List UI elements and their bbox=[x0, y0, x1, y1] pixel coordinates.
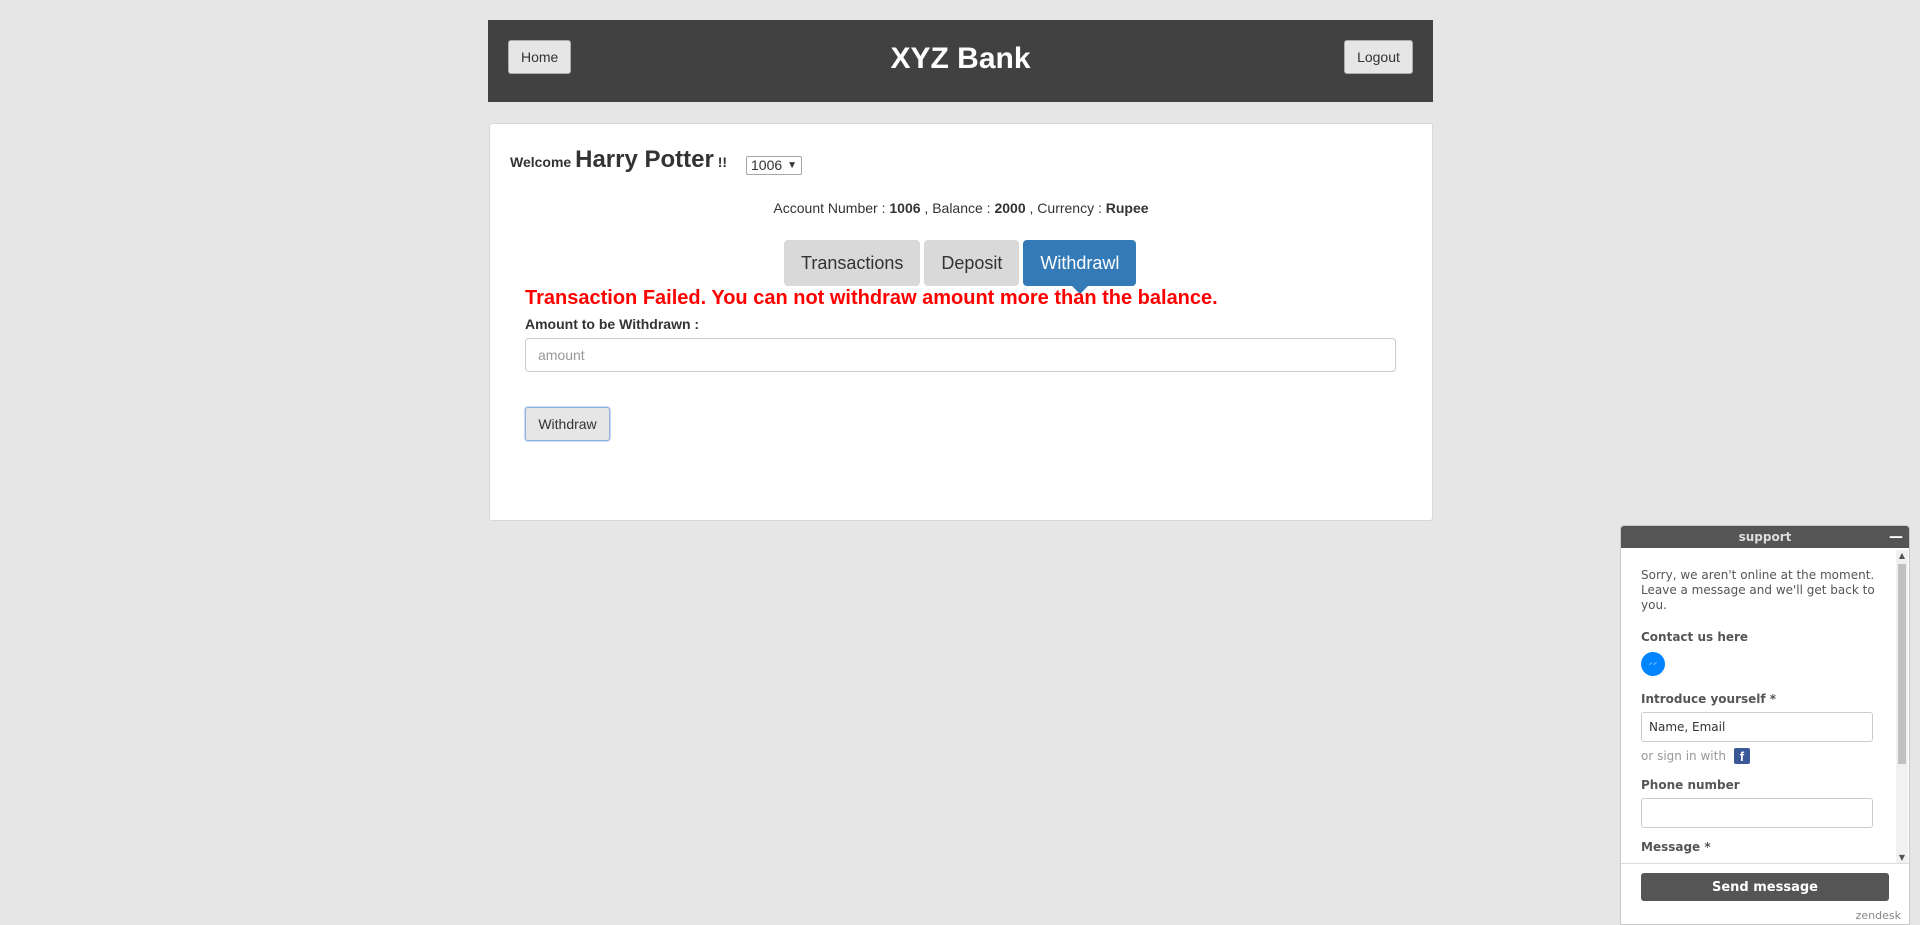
withdraw-button[interactable]: Withdraw bbox=[525, 407, 610, 441]
minimize-icon[interactable]: — bbox=[1889, 526, 1903, 548]
welcome-line: Welcome Harry Potter !! bbox=[510, 146, 727, 174]
support-title: support bbox=[1738, 530, 1792, 544]
support-footer: Send message zendesk bbox=[1621, 863, 1909, 924]
welcome-prefix: Welcome bbox=[510, 154, 572, 170]
error-message: Transaction Failed. You can not withdraw… bbox=[525, 287, 1218, 309]
tab-deposit[interactable]: Deposit bbox=[924, 240, 1020, 286]
offline-message: Sorry, we aren't online at the moment. L… bbox=[1641, 568, 1875, 612]
customer-name: Harry Potter bbox=[575, 146, 714, 173]
account-info: Account Number : 1006 , Balance : 2000 ,… bbox=[490, 200, 1432, 216]
signin-row: or sign in with f bbox=[1641, 748, 1875, 764]
messenger-icon[interactable] bbox=[1641, 652, 1665, 676]
support-header: support — bbox=[1621, 526, 1909, 548]
page: Home XYZ Bank Logout Welcome Harry Potte… bbox=[0, 0, 1920, 925]
account-panel: Welcome Harry Potter !! 1006 ▼ Account N… bbox=[489, 123, 1433, 521]
message-label: Message * bbox=[1641, 840, 1711, 854]
dropdown-arrow-icon: ▼ bbox=[787, 160, 797, 171]
tab-withdrawl[interactable]: Withdrawl bbox=[1023, 240, 1137, 294]
balance-value: 2000 bbox=[994, 200, 1026, 216]
contact-label: Contact us here bbox=[1641, 630, 1749, 644]
logout-button[interactable]: Logout bbox=[1344, 40, 1413, 74]
tab-transactions[interactable]: Transactions bbox=[784, 240, 921, 286]
send-message-button[interactable]: Send message bbox=[1641, 873, 1889, 901]
signin-text: or sign in with bbox=[1641, 749, 1726, 763]
account-number-label: Account Number : bbox=[773, 200, 886, 216]
amount-input[interactable] bbox=[525, 338, 1396, 372]
amount-label: Amount to be Withdrawn : bbox=[525, 316, 700, 332]
scroll-thumb[interactable] bbox=[1898, 564, 1906, 764]
phone-label: Phone number bbox=[1641, 778, 1740, 792]
currency-value: Rupee bbox=[1105, 200, 1149, 216]
support-body: Sorry, we aren't online at the moment. L… bbox=[1621, 548, 1895, 864]
phone-input[interactable] bbox=[1641, 798, 1873, 828]
zendesk-brand[interactable]: zendesk bbox=[1856, 909, 1901, 922]
scroll-up-icon[interactable]: ▲ bbox=[1896, 550, 1908, 562]
name-email-input[interactable]: Name, Email bbox=[1641, 712, 1873, 742]
currency-label: , Currency : bbox=[1029, 200, 1102, 216]
introduce-label: Introduce yourself * bbox=[1641, 692, 1777, 706]
support-scrollbar[interactable]: ▲ ▼ bbox=[1896, 550, 1908, 864]
welcome-suffix: !! bbox=[717, 154, 728, 170]
app-header: Home XYZ Bank Logout bbox=[488, 20, 1433, 102]
facebook-icon[interactable]: f bbox=[1733, 748, 1750, 764]
account-number-value: 1006 bbox=[889, 200, 921, 216]
action-tabs: Transactions Deposit Withdrawl bbox=[784, 240, 1137, 294]
account-select-value: 1006 bbox=[751, 157, 783, 173]
app-title: XYZ Bank bbox=[890, 42, 1031, 75]
account-select[interactable]: 1006 ▼ bbox=[746, 156, 802, 175]
balance-label: , Balance : bbox=[924, 200, 991, 216]
support-widget: support — Sorry, we aren't online at the… bbox=[1620, 525, 1910, 925]
